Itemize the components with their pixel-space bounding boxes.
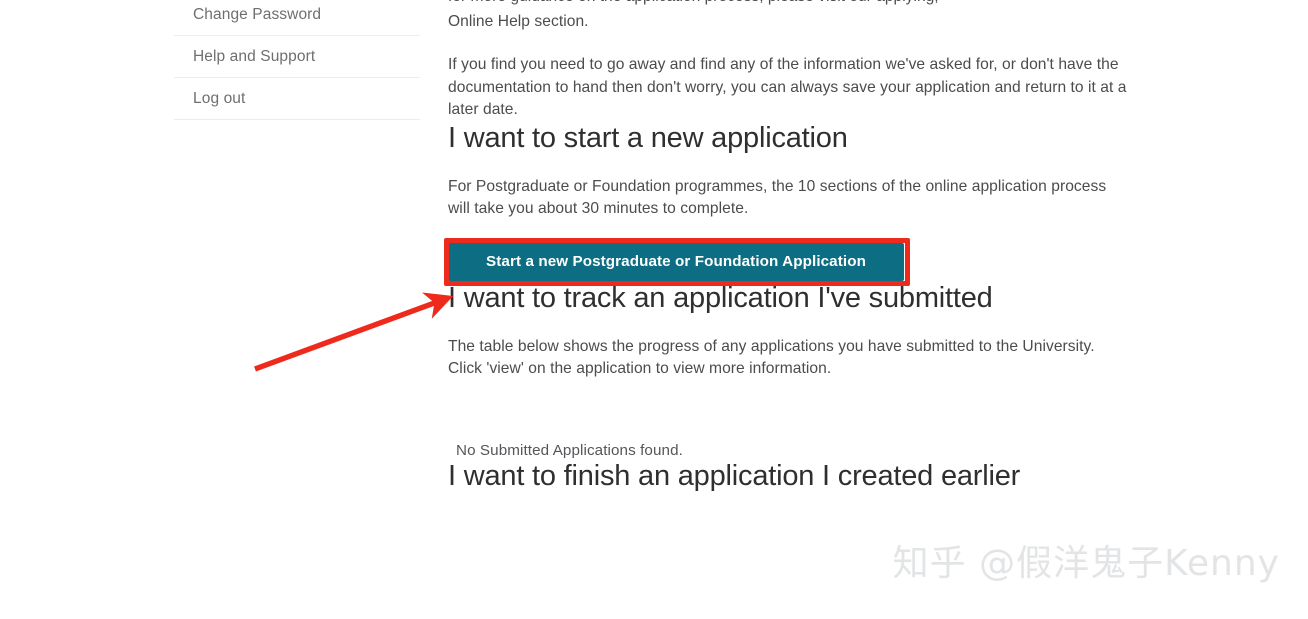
red-annotation-arrow: [254, 292, 454, 372]
track-application-paragraph: The table below shows the progress of an…: [448, 337, 1095, 378]
clipped-intro-line: for more guidance on the application pro…: [448, 0, 1128, 9]
sidebar-item-label: Change Password: [193, 6, 322, 23]
track-application-heading: I want to track an application I've subm…: [448, 281, 993, 314]
sidebar-item-change-password[interactable]: Change Password: [174, 0, 420, 36]
sidebar-item-help-and-support[interactable]: Help and Support: [174, 36, 420, 78]
start-application-paragraph: For Postgraduate or Foundation programme…: [448, 178, 1107, 218]
finish-application-heading: I want to finish an application I create…: [448, 460, 1021, 493]
start-new-postgraduate-or-foundation-application-button[interactable]: Start a new Postgraduate or Foundation A…: [448, 242, 904, 281]
start-new-application-heading: I want to start a new application: [448, 122, 848, 155]
sidebar-item-log-out[interactable]: Log out: [174, 78, 420, 120]
page-canvas: Change Password Help and Support Log out…: [0, 0, 1308, 619]
sidebar-item-label: Log out: [193, 90, 246, 107]
start-application-cta-wrapper: Start a new Postgraduate or Foundation A…: [444, 237, 910, 286]
main-content: for more guidance on the application pro…: [444, 0, 1128, 493]
no-submitted-applications-message: No Submitted Applications found.: [456, 442, 683, 460]
account-navigation-list: Change Password Help and Support Log out: [174, 0, 420, 120]
zhihu-watermark: 知乎 @假洋鬼子Kenny: [892, 543, 1280, 584]
save-and-return-paragraph: If you find you need to go away and find…: [448, 56, 1127, 118]
sidebar-item-label: Help and Support: [193, 48, 316, 65]
intro-paragraph-tail: Online Help section.: [448, 13, 589, 30]
